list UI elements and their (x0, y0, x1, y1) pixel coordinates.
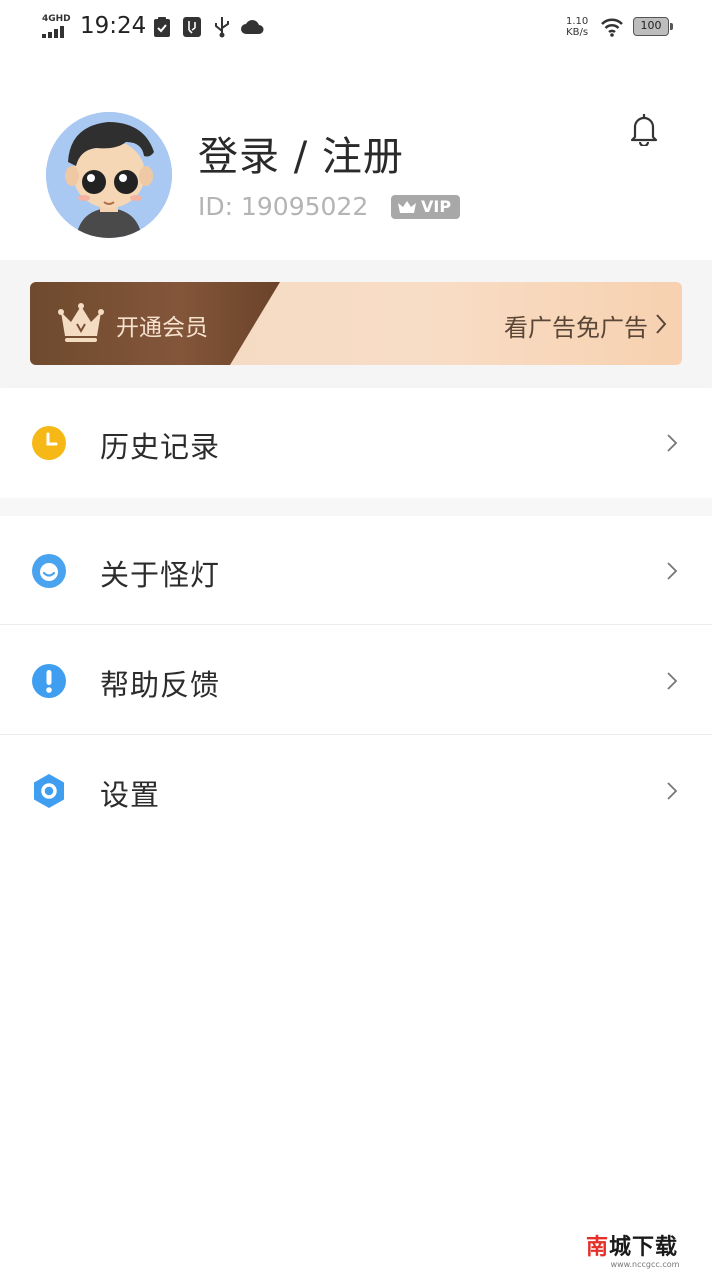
login-register-link[interactable]: 登录 / 注册 (198, 124, 404, 182)
wifi-icon (601, 18, 623, 37)
watermark-logo: 南城下载 www.nccgcc.com (586, 1235, 704, 1270)
menu-item-about[interactable]: 关于怪灯 (0, 516, 712, 626)
menu-group-history: 历史记录 (0, 388, 712, 498)
member-banner[interactable]: 开通会员 看广告免广告 (30, 282, 682, 365)
signal-icon (42, 26, 64, 38)
chevron-right-icon (656, 314, 667, 334)
menu-item-label: 帮助反馈 (100, 668, 221, 702)
clock-icon (32, 426, 66, 460)
menu-item-label: 历史记录 (100, 430, 221, 464)
watermark-url: www.nccgcc.com (610, 1260, 680, 1269)
usb-icon (215, 17, 229, 38)
network-speed: 1.10 KB/s (566, 16, 589, 38)
crown-icon (398, 201, 416, 213)
bell-icon[interactable] (628, 112, 660, 146)
status-bar: 4GHD 19:24 1.10 KB/s 100 (0, 0, 712, 56)
open-membership-label[interactable]: 开通会员 (116, 308, 208, 342)
network-type: 4GHD (42, 14, 71, 24)
watch-ad-link[interactable]: 看广告免广告 (504, 308, 648, 343)
chevron-right-icon (667, 562, 678, 580)
menu-item-settings[interactable]: 设置 (0, 736, 712, 846)
menu-item-label: 设置 (100, 778, 161, 812)
divider (0, 734, 712, 735)
chevron-right-icon (667, 434, 678, 452)
divider (0, 624, 712, 625)
cartoon-face-icon (46, 112, 172, 238)
chevron-right-icon (667, 782, 678, 800)
menu-group-other: 关于怪灯 帮助反馈 设置 (0, 516, 712, 846)
battery-icon: 100 (633, 17, 673, 36)
clipboard-check-icon (154, 17, 170, 37)
chevron-right-icon (667, 672, 678, 690)
vip-badge: VIP (391, 195, 460, 219)
hexagon-settings-icon (34, 774, 64, 808)
menu-item-help-feedback[interactable]: 帮助反馈 (0, 626, 712, 736)
vip-label: VIP (421, 197, 452, 216)
exclamation-icon (32, 664, 66, 698)
cloud-icon (241, 20, 264, 34)
user-id: ID: 19095022 (198, 192, 369, 221)
clock-time: 19:24 (80, 13, 147, 39)
menu-item-history[interactable]: 历史记录 (0, 388, 712, 498)
usb-debug-icon (183, 17, 201, 37)
menu-item-label: 关于怪灯 (100, 558, 221, 592)
section-gap (0, 498, 712, 516)
crown-icon (58, 303, 104, 342)
avatar[interactable] (46, 112, 172, 238)
smile-icon (32, 554, 66, 588)
watermark-brand: 南城下载 (586, 1235, 679, 1260)
